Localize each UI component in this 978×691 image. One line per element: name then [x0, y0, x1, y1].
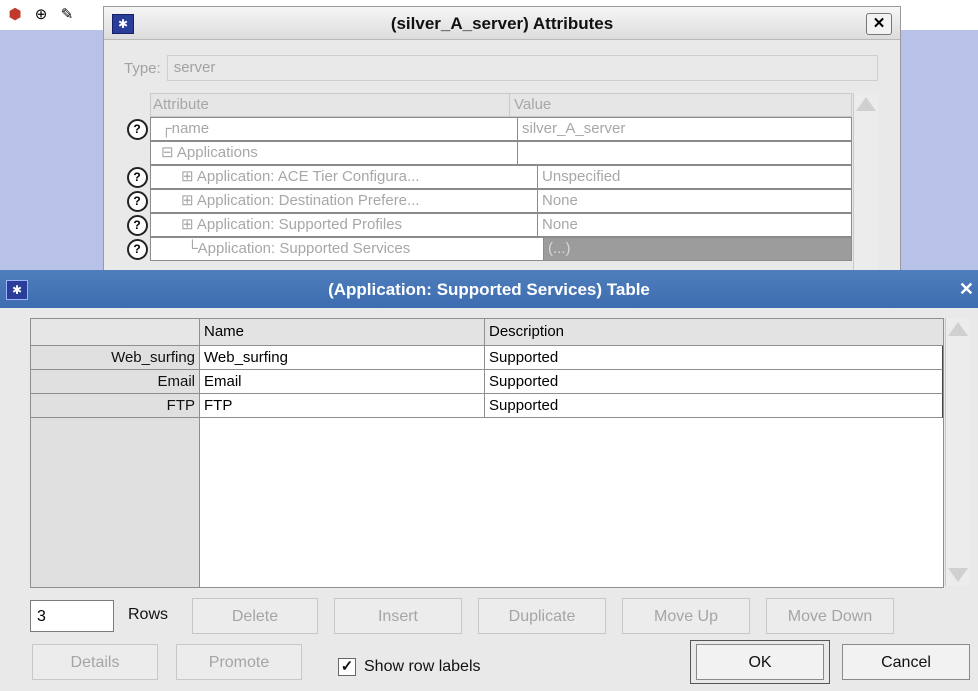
- row-label[interactable]: Email: [31, 370, 199, 394]
- attributes-scrollbar[interactable]: [853, 93, 878, 278]
- table-row[interactable]: FTP Supported: [200, 394, 943, 418]
- close-button[interactable]: ✕: [866, 13, 892, 35]
- row-label[interactable]: Web_surfing: [31, 346, 199, 370]
- supported-services-dialog: ✱ (Application: Supported Services) Tabl…: [0, 270, 978, 691]
- delete-button[interactable]: Delete: [192, 598, 318, 634]
- attribute-value[interactable]: Unspecified: [537, 165, 852, 189]
- description-cell[interactable]: Supported: [485, 394, 942, 417]
- attribute-name: └Application: Supported Services: [150, 237, 543, 261]
- corner-cell: [31, 319, 199, 346]
- help-icon[interactable]: ?: [126, 166, 148, 188]
- scroll-up-icon[interactable]: [948, 322, 968, 336]
- attribute-value[interactable]: None: [537, 213, 852, 237]
- table-title: (Application: Supported Services) Table: [328, 280, 650, 299]
- table-scrollbar[interactable]: [945, 318, 970, 586]
- promote-button[interactable]: Promote: [176, 644, 302, 680]
- checkbox-checked-icon[interactable]: ✓: [338, 658, 356, 676]
- description-cell[interactable]: Supported: [485, 370, 942, 393]
- attributes-table: Attribute Value ? ┌name silver_A_server …: [124, 93, 852, 261]
- show-row-labels-label: Show row labels: [364, 658, 481, 675]
- rows-label: Rows: [128, 606, 169, 623]
- type-row: Type: server: [124, 55, 878, 81]
- attribute-name: ⊞ Application: ACE Tier Configura...: [150, 165, 537, 189]
- scroll-down-icon[interactable]: [948, 568, 968, 582]
- name-cell[interactable]: Web_surfing: [200, 346, 485, 369]
- show-row-labels-toggle[interactable]: ✓ Show row labels: [338, 658, 481, 676]
- zoom-icon[interactable]: ⊕: [30, 3, 52, 25]
- name-cell[interactable]: Email: [200, 370, 485, 393]
- tool-icon[interactable]: ✎: [56, 3, 78, 25]
- attribute-row[interactable]: ⊟ Applications: [124, 141, 852, 165]
- attribute-value[interactable]: None: [537, 189, 852, 213]
- row-label[interactable]: FTP: [31, 394, 199, 418]
- rows-count-input[interactable]: 3: [30, 600, 114, 632]
- attribute-name: ┌name: [150, 117, 517, 141]
- attribute-row[interactable]: ? ⊞ Application: Destination Prefere... …: [124, 189, 852, 213]
- services-table: Web_surfing Email FTP Web_surfing Suppor…: [30, 318, 944, 588]
- name-cell[interactable]: FTP: [200, 394, 485, 417]
- attributes-title-bar[interactable]: ✱ (silver_A_server) Attributes ✕: [104, 7, 900, 40]
- cancel-button[interactable]: Cancel: [842, 644, 970, 680]
- attribute-row[interactable]: ? ⊞ Application: ACE Tier Configura... U…: [124, 165, 852, 189]
- move-down-button[interactable]: Move Down: [766, 598, 894, 634]
- move-up-button[interactable]: Move Up: [622, 598, 750, 634]
- help-icon[interactable]: ?: [126, 190, 148, 212]
- attribute-value[interactable]: silver_A_server: [517, 117, 852, 141]
- close-icon[interactable]: ✕: [959, 279, 974, 300]
- help-icon[interactable]: ?: [126, 214, 148, 236]
- table-row[interactable]: Email Supported: [200, 370, 943, 394]
- attribute-column-header[interactable]: Attribute: [150, 93, 509, 117]
- table-header-row: Name Description: [200, 319, 943, 346]
- attribute-name: ⊟ Applications: [150, 141, 517, 165]
- help-icon[interactable]: ?: [126, 238, 148, 260]
- attribute-row[interactable]: ? ⊞ Application: Supported Profiles None: [124, 213, 852, 237]
- details-button[interactable]: Details: [32, 644, 158, 680]
- table-row[interactable]: Web_surfing Supported: [200, 346, 943, 370]
- toolbar-icons: ⬢ ⊕ ✎: [0, 0, 78, 28]
- attribute-name: ⊞ Application: Destination Prefere...: [150, 189, 537, 213]
- name-column-header[interactable]: Name: [200, 319, 485, 345]
- attribute-value[interactable]: [517, 141, 852, 165]
- row-labels: Web_surfing Email FTP: [31, 319, 200, 587]
- attribute-name: ⊞ Application: Supported Profiles: [150, 213, 537, 237]
- shield-icon[interactable]: ⬢: [4, 3, 26, 25]
- scroll-up-icon[interactable]: [856, 97, 876, 111]
- attributes-window: ✱ (silver_A_server) Attributes ✕ Type: s…: [103, 6, 901, 278]
- insert-button[interactable]: Insert: [334, 598, 462, 634]
- attribute-row[interactable]: ? └Application: Supported Services (...): [124, 237, 852, 261]
- help-icon[interactable]: ?: [126, 118, 148, 140]
- ok-button[interactable]: OK: [696, 644, 824, 680]
- attributes-header-row: Attribute Value: [124, 93, 852, 117]
- attributes-title: (silver_A_server) Attributes: [390, 14, 614, 33]
- attribute-value-selected[interactable]: (...): [543, 237, 852, 261]
- type-value: server: [166, 55, 878, 81]
- type-label: Type:: [124, 59, 161, 77]
- table-title-bar[interactable]: ✱ (Application: Supported Services) Tabl…: [0, 270, 978, 308]
- attribute-row[interactable]: ? ┌name silver_A_server: [124, 117, 852, 141]
- description-column-header[interactable]: Description: [485, 319, 943, 345]
- description-cell[interactable]: Supported: [485, 346, 942, 369]
- duplicate-button[interactable]: Duplicate: [478, 598, 606, 634]
- table-body: Web_surfing Supported Email Supported FT…: [200, 319, 943, 587]
- value-column-header[interactable]: Value: [509, 93, 852, 117]
